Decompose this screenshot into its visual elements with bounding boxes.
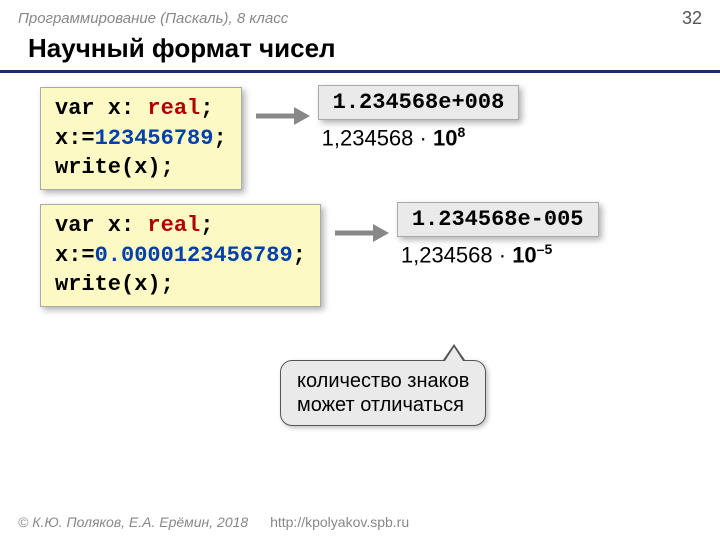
math-mantissa: 1,234568 · — [322, 125, 427, 150]
code-text: ; — [213, 126, 226, 151]
example-row-2: var x: real; x:=0.0000123456789; write(x… — [0, 204, 720, 307]
output-col-2: 1.234568e-005 1,234568 · 10–5 — [397, 202, 599, 268]
code-box-1: var x: real; x:=123456789; write(x); — [40, 87, 242, 190]
code-type: real — [147, 213, 200, 238]
note-line-2: может отличаться — [297, 393, 469, 417]
output-box-1: 1.234568e+008 — [318, 85, 520, 120]
code-text: write(x); — [55, 272, 174, 297]
code-text: write(x); — [55, 155, 174, 180]
code-text: ; — [200, 213, 213, 238]
math-expr-2: 1,234568 · 10–5 — [397, 241, 599, 268]
page-number: 32 — [682, 8, 702, 29]
output-col-1: 1.234568e+008 1,234568 · 108 — [318, 85, 520, 151]
code-text: var x: — [55, 213, 147, 238]
output-box-2: 1.234568e-005 — [397, 202, 599, 237]
example-row-1: var x: real; x:=123456789; write(x); 1.2… — [0, 87, 720, 190]
course-label: Программирование (Паскаль), 8 класс — [18, 10, 288, 27]
code-text: x:= — [55, 126, 95, 151]
math-base: 10 — [512, 242, 536, 267]
math-mantissa: 1,234568 · — [401, 242, 506, 267]
arrow-icon — [333, 224, 389, 242]
slide-title: Научный формат чисел — [0, 33, 720, 73]
code-text: ; — [200, 96, 213, 121]
slide-header: Программирование (Паскаль), 8 класс 32 — [0, 0, 720, 33]
arrow-icon — [254, 107, 310, 125]
math-exponent: 8 — [457, 124, 465, 140]
code-text: ; — [293, 243, 306, 268]
code-box-2: var x: real; x:=0.0000123456789; write(x… — [40, 204, 321, 307]
copyright-text: © К.Ю. Поляков, Е.А. Ерёмин, 2018 — [18, 514, 248, 530]
code-text: x:= — [55, 243, 95, 268]
footer-url: http://kpolyakov.spb.ru — [270, 514, 409, 530]
code-text: var x: — [55, 96, 147, 121]
callout-note: количество знаков может отличаться — [280, 360, 486, 426]
slide-footer: © К.Ю. Поляков, Е.А. Ерёмин, 2018 http:/… — [18, 514, 409, 530]
math-exponent: –5 — [537, 241, 553, 257]
note-line-1: количество знаков — [297, 369, 469, 393]
math-base: 10 — [433, 125, 457, 150]
code-number: 0.0000123456789 — [95, 243, 293, 268]
code-number: 123456789 — [95, 126, 214, 151]
code-type: real — [147, 96, 200, 121]
math-expr-1: 1,234568 · 108 — [318, 124, 520, 151]
